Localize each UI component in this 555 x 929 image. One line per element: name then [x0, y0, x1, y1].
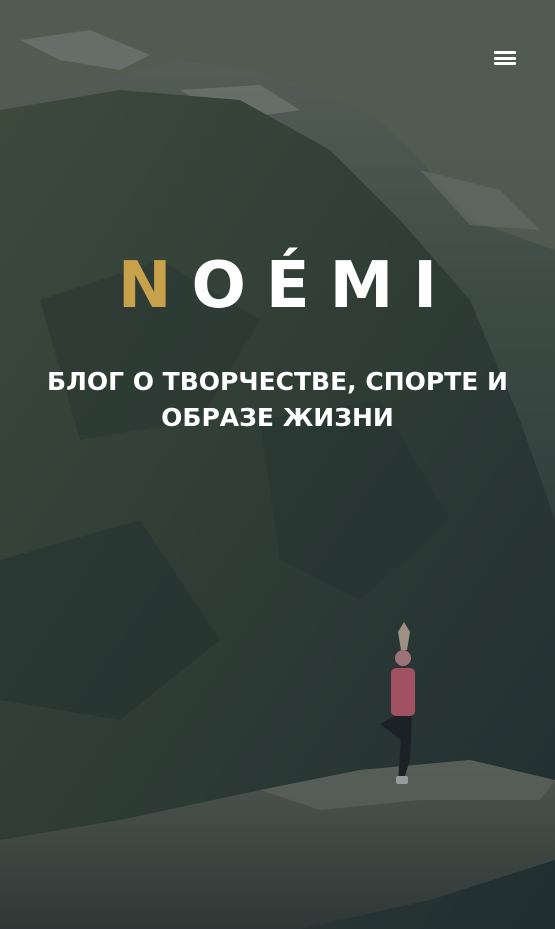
site-logo[interactable]: NOÉMI: [0, 248, 555, 324]
hero-background-image: [0, 0, 555, 929]
menu-button[interactable]: [487, 42, 523, 74]
hamburger-menu-icon: [494, 51, 516, 65]
logo-first-letter: N: [117, 249, 192, 323]
logo-rest: OÉMI: [191, 249, 458, 323]
hero-section: NOÉMI БЛОГ О ТВОРЧЕСТВЕ, СПОРТЕ И ОБРАЗЕ…: [0, 0, 555, 929]
site-tagline: БЛОГ О ТВОРЧЕСТВЕ, СПОРТЕ И ОБРАЗЕ ЖИЗНИ: [47, 367, 508, 432]
